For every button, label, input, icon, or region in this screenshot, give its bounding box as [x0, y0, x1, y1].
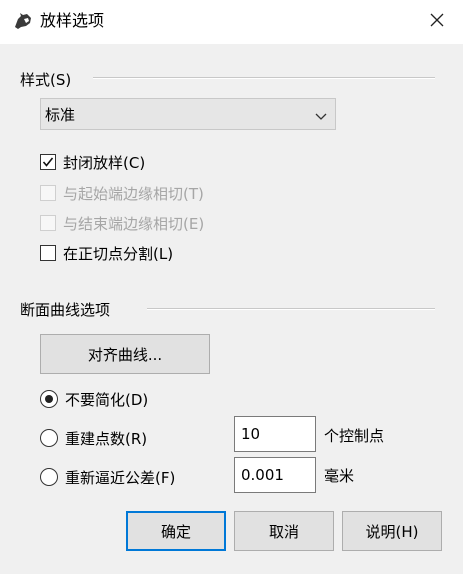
- radio-circle[interactable]: [40, 390, 58, 408]
- style-group-label: 样式(S): [20, 71, 72, 89]
- radio-dot: [45, 395, 53, 403]
- checkbox-label: 封闭放样(C): [63, 153, 146, 172]
- radio-label: 不要简化(D): [65, 390, 149, 409]
- close-icon: [430, 13, 444, 31]
- radio-no-simplify[interactable]: 不要简化(D): [40, 388, 148, 410]
- help-button[interactable]: 说明(H): [342, 511, 442, 551]
- radio-label: 重新逼近公差(F): [65, 468, 176, 487]
- radio-rebuild-points[interactable]: 重建点数(R): [40, 427, 147, 449]
- radio-refit-tolerance[interactable]: 重新逼近公差(F): [40, 466, 175, 488]
- align-curves-button[interactable]: 对齐曲线...: [40, 334, 210, 374]
- control-points-input[interactable]: 10: [234, 416, 316, 452]
- tolerance-unit: 毫米: [324, 467, 355, 485]
- ok-button[interactable]: 确定: [126, 511, 226, 551]
- radio-circle[interactable]: [40, 429, 58, 447]
- style-group-separator: [93, 77, 435, 79]
- section-group-label: 断面曲线选项: [20, 301, 111, 319]
- radio-label: 重建点数(R): [65, 429, 148, 448]
- checkbox-box[interactable]: [40, 154, 56, 170]
- style-dropdown[interactable]: 标准: [40, 98, 336, 130]
- rhino-icon: [12, 10, 34, 32]
- style-dropdown-value: 标准: [45, 105, 76, 124]
- checkbox-label: 与起始端边缘相切(T): [63, 184, 204, 203]
- checkbox-end-tangent[interactable]: 与结束端边缘相切(E): [40, 212, 204, 234]
- checkbox-box[interactable]: [40, 245, 56, 261]
- close-button[interactable]: [422, 8, 452, 36]
- checkbox-box[interactable]: [40, 215, 56, 231]
- control-points-unit: 个控制点: [324, 427, 385, 445]
- checkbox-closed-loft[interactable]: 封闭放样(C): [40, 151, 145, 173]
- checkbox-split-tangent[interactable]: 在正切点分割(L): [40, 242, 173, 264]
- cancel-button[interactable]: 取消: [234, 511, 334, 551]
- check-icon: [42, 157, 54, 167]
- chevron-down-icon: [315, 108, 327, 120]
- checkbox-label: 在正切点分割(L): [63, 244, 174, 263]
- checkbox-label: 与结束端边缘相切(E): [63, 214, 205, 233]
- checkbox-start-tangent[interactable]: 与起始端边缘相切(T): [40, 182, 204, 204]
- section-group-separator: [147, 308, 435, 310]
- checkbox-box[interactable]: [40, 185, 56, 201]
- radio-circle[interactable]: [40, 468, 58, 486]
- tolerance-input[interactable]: 0.001: [234, 457, 316, 493]
- window-title: 放样选项: [40, 11, 105, 30]
